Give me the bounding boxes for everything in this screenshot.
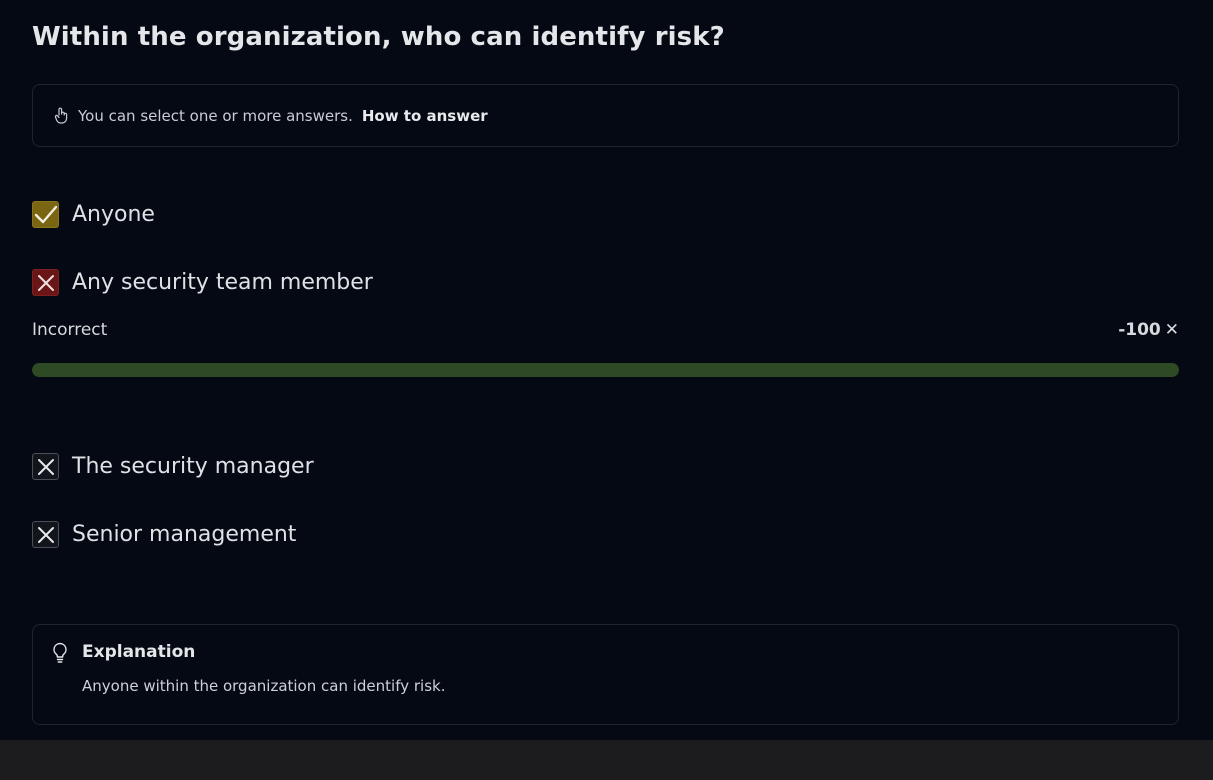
check-icon bbox=[34, 205, 57, 223]
checkbox-incorrect[interactable] bbox=[32, 269, 59, 296]
score-progress-bar bbox=[32, 363, 1179, 377]
checkbox-checked[interactable] bbox=[32, 201, 59, 228]
hint-text: You can select one or more answers. bbox=[78, 106, 353, 125]
option-label: The security manager bbox=[72, 454, 314, 479]
bottom-bar bbox=[0, 740, 1213, 780]
question-title: Within the organization, who can identif… bbox=[32, 22, 725, 52]
x-icon bbox=[37, 458, 54, 475]
option-any-security-team-member[interactable]: Any security team member bbox=[32, 269, 373, 296]
option-senior-management[interactable]: Senior management bbox=[32, 521, 296, 548]
checkbox-unselected-x[interactable] bbox=[32, 521, 59, 548]
score-value: -100 bbox=[1118, 320, 1161, 340]
feedback-status: Incorrect bbox=[32, 320, 108, 340]
option-label: Any security team member bbox=[72, 270, 373, 295]
lightbulb-icon bbox=[52, 642, 70, 664]
checkbox-unselected-x[interactable] bbox=[32, 453, 59, 480]
option-the-security-manager[interactable]: The security manager bbox=[32, 453, 314, 480]
option-label: Senior management bbox=[72, 522, 297, 547]
progress-fill bbox=[32, 363, 1179, 377]
how-to-answer-link[interactable]: How to answer bbox=[362, 107, 488, 125]
option-label: Anyone bbox=[72, 202, 155, 227]
x-icon bbox=[37, 274, 54, 291]
option-anyone[interactable]: Anyone bbox=[32, 201, 155, 228]
quiz-panel: Within the organization, who can identif… bbox=[0, 0, 1213, 740]
hand-pointer-icon bbox=[53, 107, 69, 125]
score-display: -100 ✕ bbox=[1118, 320, 1179, 340]
x-icon bbox=[37, 526, 54, 543]
explanation-box: Explanation Anyone within the organizati… bbox=[32, 624, 1179, 725]
explanation-text: Anyone within the organization can ident… bbox=[82, 677, 446, 695]
close-icon[interactable]: ✕ bbox=[1165, 320, 1179, 340]
hint-box: You can select one or more answers. How … bbox=[32, 84, 1179, 147]
explanation-title: Explanation bbox=[82, 642, 196, 662]
